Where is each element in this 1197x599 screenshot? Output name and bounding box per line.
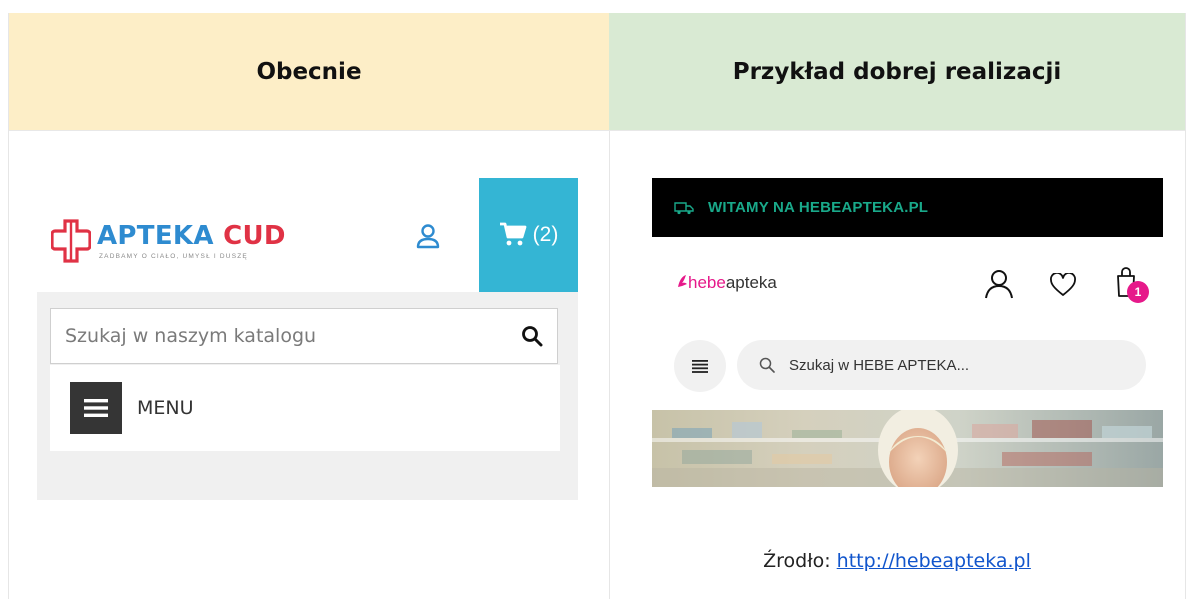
account-icon[interactable] [984, 269, 1014, 299]
pharmacist-photo [652, 410, 1163, 487]
brand-name: APTEKA CUD [97, 221, 286, 251]
hero-banner-image[interactable] [652, 410, 1163, 487]
apteka-cud-logo[interactable]: APTEKA CUD ZADBAMY O CIAŁO, UMYSŁ I DUSZ… [51, 219, 321, 269]
comparison-page: Obecnie Przykład dobrej realizacji APTEK… [0, 0, 1197, 599]
header-current: Obecnie [9, 13, 609, 131]
apteka-cud-header: APTEKA CUD ZADBAMY O CIAŁO, UMYSŁ I DUSZ… [37, 178, 578, 292]
header-example: Przykład dobrej realizacji [609, 13, 1185, 131]
search-icon [522, 326, 543, 347]
welcome-text: WITAMY NA HEBEAPTEKA.PL [708, 199, 929, 216]
hamburger-icon [692, 359, 708, 373]
search-button[interactable] [507, 309, 557, 363]
user-icon[interactable] [415, 222, 441, 250]
search-icon [759, 357, 775, 373]
cart-count: (2) [532, 223, 559, 246]
menu-button[interactable] [70, 382, 122, 434]
cart-badge: 1 [1127, 281, 1149, 303]
hamburger-icon [84, 399, 108, 417]
menu-label: MENU [137, 397, 194, 419]
search-input[interactable]: Szukaj w naszym katalogu [50, 308, 558, 364]
search-placeholder: Szukaj w naszym katalogu [65, 325, 317, 347]
delivery-truck-icon [674, 201, 694, 214]
hebe-apteka-mockup: WITAMY NA HEBEAPTEKA.PL hebe apteka 1 Sz… [652, 178, 1163, 487]
brand-name-part2: CUD [223, 221, 286, 251]
search-area: Szukaj w naszym katalogu MENU [37, 292, 578, 500]
apteka-cud-mockup: APTEKA CUD ZADBAMY O CIAŁO, UMYSŁ I DUSZ… [37, 178, 578, 500]
hebe-search-row: Szukaj w HEBE APTEKA... [652, 328, 1163, 410]
cross-logo-icon [51, 219, 91, 263]
hebe-logo-part1: hebe [688, 273, 726, 292]
butterfly-logo-icon [678, 275, 687, 287]
source-link[interactable]: http://hebeapteka.pl [837, 550, 1031, 572]
menu-row[interactable]: MENU [50, 365, 560, 451]
cart-icon [499, 222, 527, 246]
hebe-menu-button[interactable] [674, 340, 726, 392]
wishlist-heart-icon[interactable] [1050, 273, 1076, 297]
hebe-header: hebe apteka 1 [652, 237, 1163, 328]
source-line: Źrodło: http://hebeapteka.pl [609, 550, 1185, 572]
brand-name-part1: APTEKA [97, 221, 214, 251]
source-label: Źrodło: [763, 550, 831, 572]
cart-button[interactable]: (2) [479, 178, 578, 292]
hebe-logo-part2: apteka [725, 273, 777, 292]
hebe-logo[interactable]: hebe apteka [676, 273, 777, 293]
hebe-search-placeholder: Szukaj w HEBE APTEKA... [789, 356, 970, 374]
brand-tagline: ZADBAMY O CIAŁO, UMYSŁ I DUSZĘ [99, 253, 248, 260]
welcome-bar: WITAMY NA HEBEAPTEKA.PL [652, 178, 1163, 237]
hebe-search-input[interactable]: Szukaj w HEBE APTEKA... [737, 340, 1146, 390]
